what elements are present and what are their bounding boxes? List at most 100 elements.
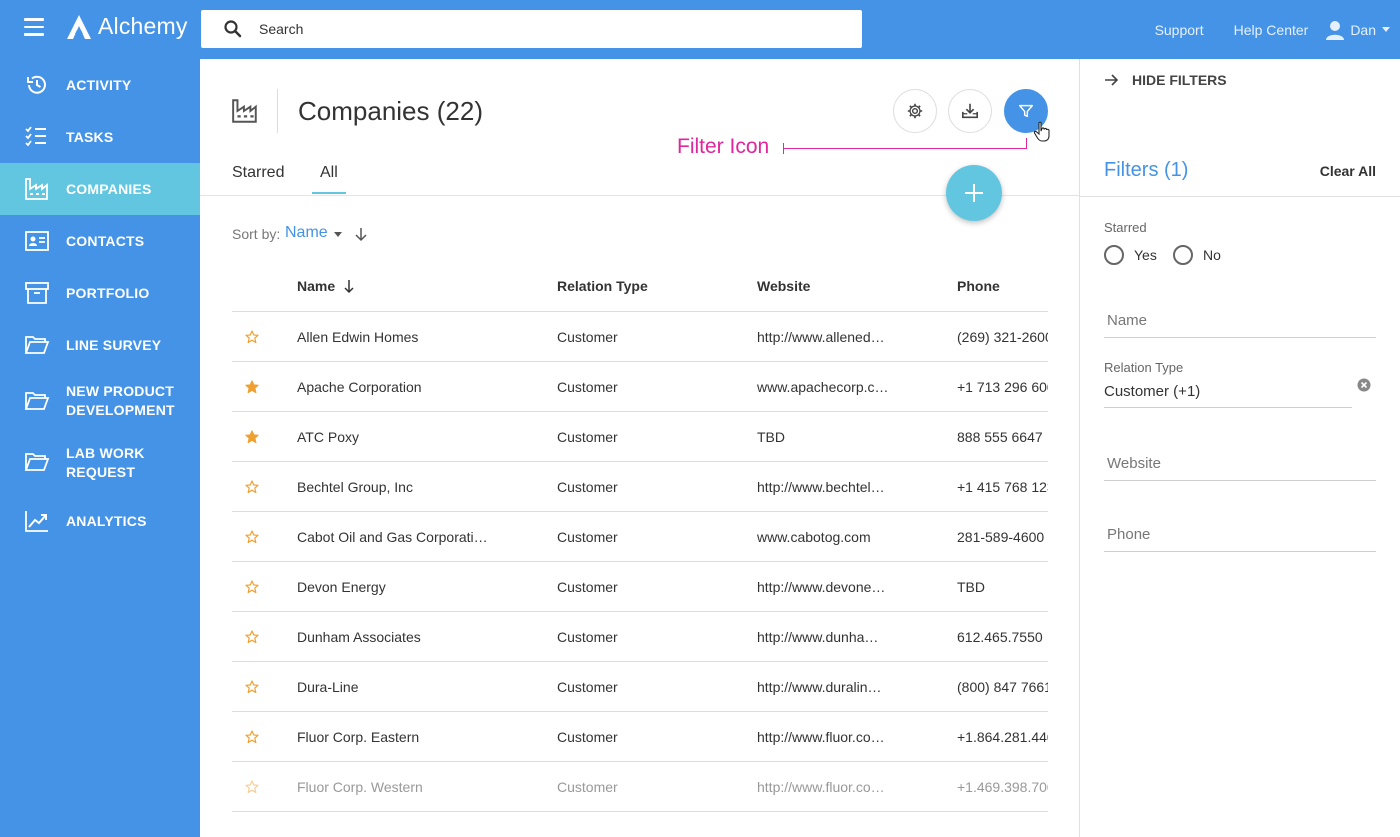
website-filter-field[interactable]: Website [1104,455,1376,481]
website-placeholder: Website [1107,455,1161,472]
cell-website[interactable]: http://www.duralin… [757,679,947,695]
cell-name[interactable]: Allen Edwin Homes [297,329,547,345]
star-outline-icon[interactable] [245,530,259,544]
history-icon [27,75,46,94]
table-row[interactable]: Apache Corporation Customer www.apachecorp… [232,362,1048,412]
cell-website[interactable]: http://www.dunha… [757,629,947,645]
relation-type-select[interactable]: Customer (+1) [1104,383,1200,400]
filters-title: Filters (1) [1104,159,1189,181]
clear-all-button[interactable]: Clear All [1320,163,1376,179]
star-filled-icon[interactable] [245,430,259,444]
cell-website[interactable]: http://www.bechtel… [757,479,947,495]
tab-all[interactable]: All [320,164,338,182]
sidebar-item-label: ANALYTICS [66,513,147,529]
table-row[interactable]: Fluor Corp. Western Customer http://www.fl… [232,762,1048,812]
cell-name[interactable]: Cabot Oil and Gas Corporati… [297,529,547,545]
cell-relation: Customer [557,729,618,745]
star-outline-icon[interactable] [245,780,259,794]
user-menu[interactable]: Dan [1324,19,1390,41]
column-header-website[interactable]: Website [757,278,810,294]
cell-website[interactable]: http://www.fluor.co… [757,729,947,745]
sidebar-item-new-product-development[interactable]: NEW PRODUCT DEVELOPMENT [0,371,200,431]
folder-open-icon [24,453,50,471]
sidebar-item-portfolio[interactable]: PORTFOLIO [0,267,200,319]
cell-website[interactable]: www.cabotog.com [757,529,947,545]
sidebar-item-activity[interactable]: ACTIVITY [0,59,200,111]
app-logo[interactable]: Alchemy [66,13,188,40]
sort-direction-icon[interactable] [354,226,368,242]
table-row[interactable]: Dura-Line Customer http://www.duralin… (800… [232,662,1048,712]
sort-select[interactable]: Name [285,224,328,242]
starred-yes-radio[interactable]: Yes [1104,245,1157,265]
sidebar-item-line-survey[interactable]: LINE SURVEY [0,319,200,371]
sidebar-item-tasks[interactable]: TASKS [0,111,200,163]
add-company-button[interactable] [946,165,1002,221]
download-icon [961,103,979,119]
sidebar-item-analytics[interactable]: ANALYTICS [0,493,200,548]
cell-name[interactable]: Apache Corporation [297,379,547,395]
radio-circle [1173,245,1193,265]
cell-name[interactable]: Dunham Associates [297,629,547,645]
table-row[interactable]: Devon Energy Customer http://www.devone… TB… [232,562,1048,612]
table-row[interactable]: Cabot Oil and Gas Corporati… Customer www.… [232,512,1048,562]
table-row[interactable]: Fluor Corp. Eastern Customer http://www.fl… [232,712,1048,762]
sidebar-item-contacts[interactable]: CONTACTS [0,215,200,267]
sidebar-item-label: ACTIVITY [66,77,132,93]
star-outline-icon[interactable] [245,580,259,594]
cell-website[interactable]: http://www.allened… [757,329,947,345]
trending-chart-icon [25,511,48,532]
tab-starred[interactable]: Starred [232,164,284,182]
user-name: Dan [1350,21,1376,38]
sidebar-item-companies[interactable]: COMPANIES [0,163,200,215]
sidebar-item-label: PORTFOLIO [66,285,150,301]
cell-name[interactable]: Dura-Line [297,679,547,695]
field-underline [1104,480,1376,481]
help-center-link[interactable]: Help Center [1234,22,1309,38]
column-header-relation-type[interactable]: Relation Type [557,278,648,294]
annotation-line [1026,138,1027,149]
phone-filter-field[interactable]: Phone [1104,526,1376,552]
companies-table: Name Relation Type Website Phone Allen E… [232,259,1048,819]
sidebar-item-lab-work-request[interactable]: LAB WORK REQUEST [0,431,200,493]
chevron-down-icon[interactable] [334,232,342,237]
settings-button[interactable] [893,89,937,133]
download-button[interactable] [948,89,992,133]
hide-filters-button[interactable]: HIDE FILTERS [1104,72,1227,88]
cell-name[interactable]: Devon Energy [297,579,547,595]
menu-icon[interactable] [24,18,44,36]
star-outline-icon[interactable] [245,680,259,694]
hand-cursor-icon [1033,121,1050,142]
cell-name[interactable]: Fluor Corp. Eastern [297,729,547,745]
star-outline-icon[interactable] [245,630,259,644]
table-row[interactable]: ATC Poxy Customer TBD 888 555 6647 [232,412,1048,462]
name-filter-field[interactable]: Name [1104,312,1376,338]
star-filled-icon[interactable] [245,380,259,394]
starred-no-radio[interactable]: No [1173,245,1221,265]
star-outline-icon[interactable] [245,330,259,344]
star-outline-icon[interactable] [245,480,259,494]
table-row[interactable]: Dunham Associates Customer http://www.dunh… [232,612,1048,662]
search-input[interactable]: Search [201,10,862,48]
star-outline-icon[interactable] [245,730,259,744]
cell-website[interactable]: http://www.fluor.co… [757,779,947,795]
column-header-name[interactable]: Name [297,278,335,294]
clear-circle-icon[interactable] [1357,378,1371,392]
phone-placeholder: Phone [1107,526,1151,543]
table-row[interactable]: Bechtel Group, Inc Customer http://www.bec… [232,462,1048,512]
cell-website[interactable]: http://www.devone… [757,579,947,595]
arrow-right-icon [1105,74,1118,86]
sort-arrow-icon[interactable] [343,279,355,293]
cell-website[interactable]: www.apachecorp.c… [757,379,947,395]
cell-name[interactable]: Fluor Corp. Western [297,779,547,795]
name-placeholder: Name [1107,312,1148,329]
support-link[interactable]: Support [1155,22,1204,38]
table-row[interactable]: Allen Edwin Homes Customer http://www.alle… [232,312,1048,362]
sidebar-item-label: LINE SURVEY [66,337,162,353]
cell-name[interactable]: ATC Poxy [297,429,547,445]
search-icon [224,20,242,38]
column-header-phone[interactable]: Phone [957,278,1000,294]
cell-name[interactable]: Bechtel Group, Inc [297,479,547,495]
sidebar-item-label: CONTACTS [66,233,145,249]
cell-website[interactable]: TBD [757,429,947,445]
cell-phone: 281-589-4600 [957,529,1045,545]
